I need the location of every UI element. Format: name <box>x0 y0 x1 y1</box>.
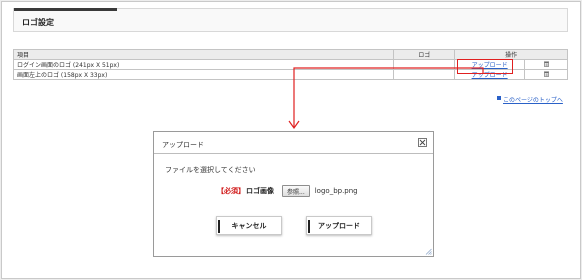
page-top-label: このページのトップへ <box>503 97 563 104</box>
selected-file-name: logo_bp.png <box>314 187 358 195</box>
required-tag: 【必須】 <box>217 187 245 195</box>
upload-dialog: アップロード ファイルを選択してください 【必須】 ロゴ画像 参照... log… <box>153 131 434 257</box>
dialog-title: アップロード <box>162 141 204 149</box>
field-label: ロゴ画像 <box>246 187 274 195</box>
resize-grip-icon[interactable] <box>425 248 432 255</box>
page-top-marker-icon <box>497 96 501 100</box>
button-accent-bar <box>308 220 310 233</box>
browse-button[interactable]: 参照... <box>282 185 310 197</box>
cancel-button[interactable]: キャンセル <box>216 216 282 235</box>
upload-button-label: アップロード <box>318 221 360 230</box>
upload-button[interactable]: アップロード <box>306 216 372 235</box>
page-top-link[interactable]: このページのトップへ <box>497 95 563 104</box>
dialog-header: アップロード <box>154 132 433 154</box>
button-accent-bar <box>218 220 220 233</box>
file-field-row: 【必須】 ロゴ画像 参照... logo_bp.png <box>217 185 358 197</box>
dialog-message: ファイルを選択してください <box>165 166 256 174</box>
close-icon[interactable] <box>418 138 427 147</box>
cancel-button-label: キャンセル <box>231 221 267 230</box>
